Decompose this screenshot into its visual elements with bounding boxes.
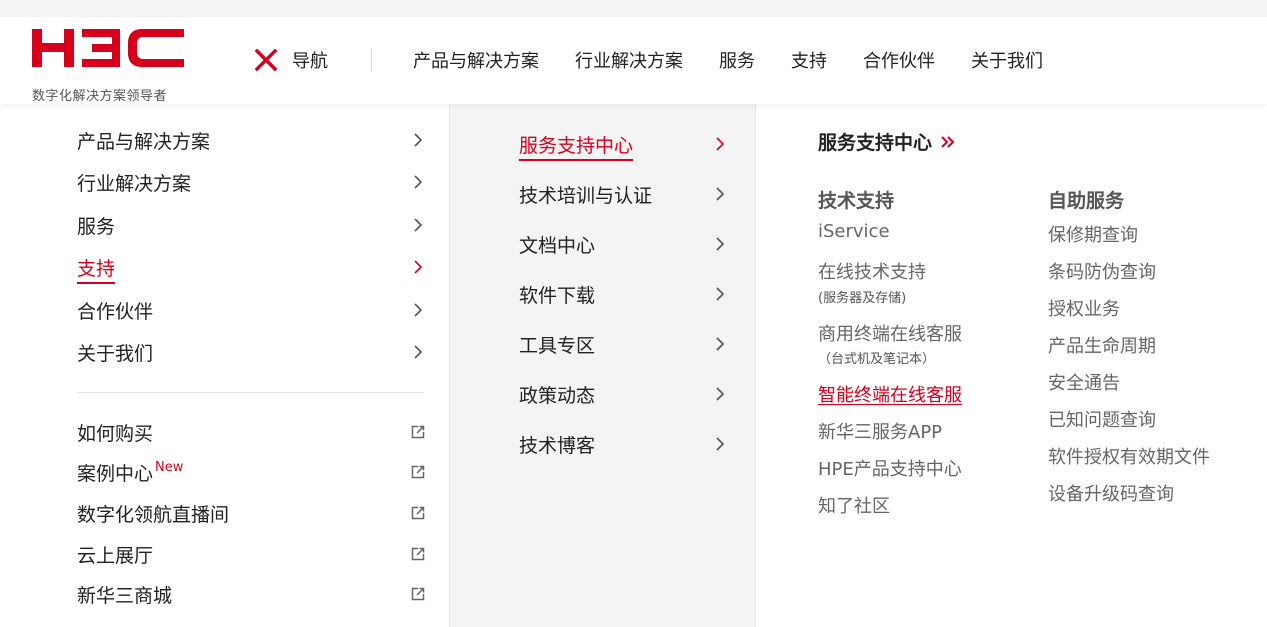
link-community[interactable]: 知了社区 (818, 492, 890, 518)
left-link-label: 案例中心 New (77, 459, 183, 486)
link-hpe-support[interactable]: HPE产品支持中心 (818, 455, 962, 481)
mid-item-policy[interactable]: 政策动态 (519, 379, 729, 409)
chevron-right-icon (414, 133, 423, 147)
left-menu-divider (77, 392, 424, 393)
external-link-icon (411, 547, 425, 561)
new-badge: New (155, 459, 184, 475)
chevron-right-icon (414, 218, 423, 232)
link-commercial-terminal-service[interactable]: 商用终端在线客服 (818, 320, 962, 346)
link-security-advisory[interactable]: 安全通告 (1048, 369, 1120, 395)
left-link-mall[interactable]: 新华三商城 (77, 579, 427, 609)
left-link-label: 云上展厅 (77, 544, 154, 567)
mid-item-blog[interactable]: 技术博客 (519, 429, 729, 459)
mid-item-docs[interactable]: 文档中心 (519, 229, 729, 259)
mid-item-label: 文档中心 (519, 234, 596, 257)
logo-tagline: 数字化解决方案领导者 (32, 89, 168, 104)
chevron-right-icon (414, 175, 423, 189)
link-known-issues[interactable]: 已知问题查询 (1048, 406, 1156, 432)
left-item-label: 产品与解决方案 (77, 130, 211, 153)
mid-item-label: 技术培训与认证 (519, 184, 653, 207)
topnav-support[interactable]: 支持 (791, 47, 827, 73)
link-barcode-check[interactable]: 条码防伪查询 (1048, 258, 1156, 284)
link-service-app[interactable]: 新华三服务APP (818, 418, 942, 444)
mid-item-label: 工具专区 (519, 334, 596, 357)
link-license-validity-file[interactable]: 软件授权有效期文件 (1048, 443, 1210, 469)
left-item-label: 服务 (77, 215, 116, 238)
mid-item-tools[interactable]: 工具专区 (519, 329, 729, 359)
topnav-industry[interactable]: 行业解决方案 (575, 47, 683, 73)
left-link-label: 数字化领航直播间 (77, 503, 230, 526)
topnav-products[interactable]: 产品与解决方案 (413, 47, 539, 73)
link-warranty-query[interactable]: 保修期查询 (1048, 221, 1138, 247)
online-support-note: (服务器及存储) (818, 291, 907, 306)
chevron-right-icon (414, 345, 423, 359)
left-item-label: 行业解决方案 (77, 172, 192, 195)
external-link-icon (411, 506, 425, 520)
external-link-icon (411, 587, 425, 601)
mid-item-downloads[interactable]: 软件下载 (519, 279, 729, 309)
left-item-support[interactable]: 支持 (77, 252, 427, 284)
h3c-logo[interactable]: 数字化解决方案领导者 (32, 27, 192, 104)
chevron-right-icon (716, 337, 725, 351)
case-center-label: 案例中心 (77, 462, 154, 485)
nav-toggle-label: 导航 (292, 51, 328, 72)
nav-toggle[interactable]: 导航 (254, 47, 328, 73)
mid-item-training[interactable]: 技术培训与认证 (519, 179, 729, 209)
chevron-right-icon (716, 137, 725, 151)
topnav-partners[interactable]: 合作伙伴 (863, 47, 935, 73)
left-link-label: 如何购买 (77, 422, 154, 445)
chevron-right-icon (716, 287, 725, 301)
left-link-label: 新华三商城 (77, 584, 173, 607)
link-online-support[interactable]: 在线技术支持 (818, 258, 926, 284)
chevron-right-icon (716, 187, 725, 201)
left-item-services[interactable]: 服务 (77, 210, 427, 240)
left-item-partners[interactable]: 合作伙伴 (77, 295, 427, 325)
service-center-title-link[interactable]: 服务支持中心 (818, 128, 956, 155)
chevron-right-icon (414, 260, 423, 274)
left-link-case-center[interactable]: 案例中心 New (77, 457, 427, 487)
link-license-business[interactable]: 授权业务 (1048, 295, 1120, 321)
commercial-terminal-note: （台式机及笔记本） (818, 352, 936, 367)
self-service-heading: 自助服务 (1048, 190, 1125, 212)
external-link-icon (411, 425, 425, 439)
left-link-how-to-buy[interactable]: 如何购买 (77, 417, 427, 447)
header-divider (371, 48, 372, 72)
close-x-icon (254, 48, 278, 72)
mid-item-label: 政策动态 (519, 384, 596, 407)
mid-item-label: 服务支持中心 (519, 131, 634, 161)
site-header: 数字化解决方案领导者 导航 产品与解决方案 行业解决方案 服务 支持 合作伙伴 … (0, 17, 1267, 104)
topnav-about[interactable]: 关于我们 (971, 47, 1043, 73)
link-product-lifecycle[interactable]: 产品生命周期 (1048, 332, 1156, 358)
h3c-logo-mark (32, 29, 184, 67)
chevron-right-icon (716, 387, 725, 401)
left-item-industry[interactable]: 行业解决方案 (77, 167, 427, 197)
left-item-label: 合作伙伴 (77, 300, 154, 323)
left-item-about[interactable]: 关于我们 (77, 337, 427, 367)
mid-item-label: 软件下载 (519, 284, 596, 307)
double-chevron-right-icon (941, 135, 955, 148)
topnav-services[interactable]: 服务 (719, 47, 755, 73)
service-center-title: 服务支持中心 (818, 132, 933, 154)
mid-item-service-center[interactable]: 服务支持中心 (519, 129, 729, 161)
left-item-products[interactable]: 产品与解决方案 (77, 125, 427, 155)
left-item-label: 关于我们 (77, 342, 154, 365)
link-iservice[interactable]: iService (818, 221, 890, 242)
link-smart-terminal-service[interactable]: 智能终端在线客服 (818, 381, 962, 407)
mid-item-label: 技术博客 (519, 434, 596, 457)
top-strip (0, 0, 1267, 17)
left-link-live-studio[interactable]: 数字化领航直播间 (77, 498, 427, 528)
external-link-icon (411, 465, 425, 479)
chevron-right-icon (716, 437, 725, 451)
top-nav: 产品与解决方案 行业解决方案 服务 支持 合作伙伴 关于我们 (413, 47, 1079, 73)
left-link-cloud-showroom[interactable]: 云上展厅 (77, 539, 427, 569)
tech-support-heading: 技术支持 (818, 190, 895, 212)
link-upgrade-code-query[interactable]: 设备升级码查询 (1048, 480, 1174, 506)
chevron-right-icon (716, 237, 725, 251)
chevron-right-icon (414, 303, 423, 317)
left-item-label: 支持 (77, 254, 116, 284)
